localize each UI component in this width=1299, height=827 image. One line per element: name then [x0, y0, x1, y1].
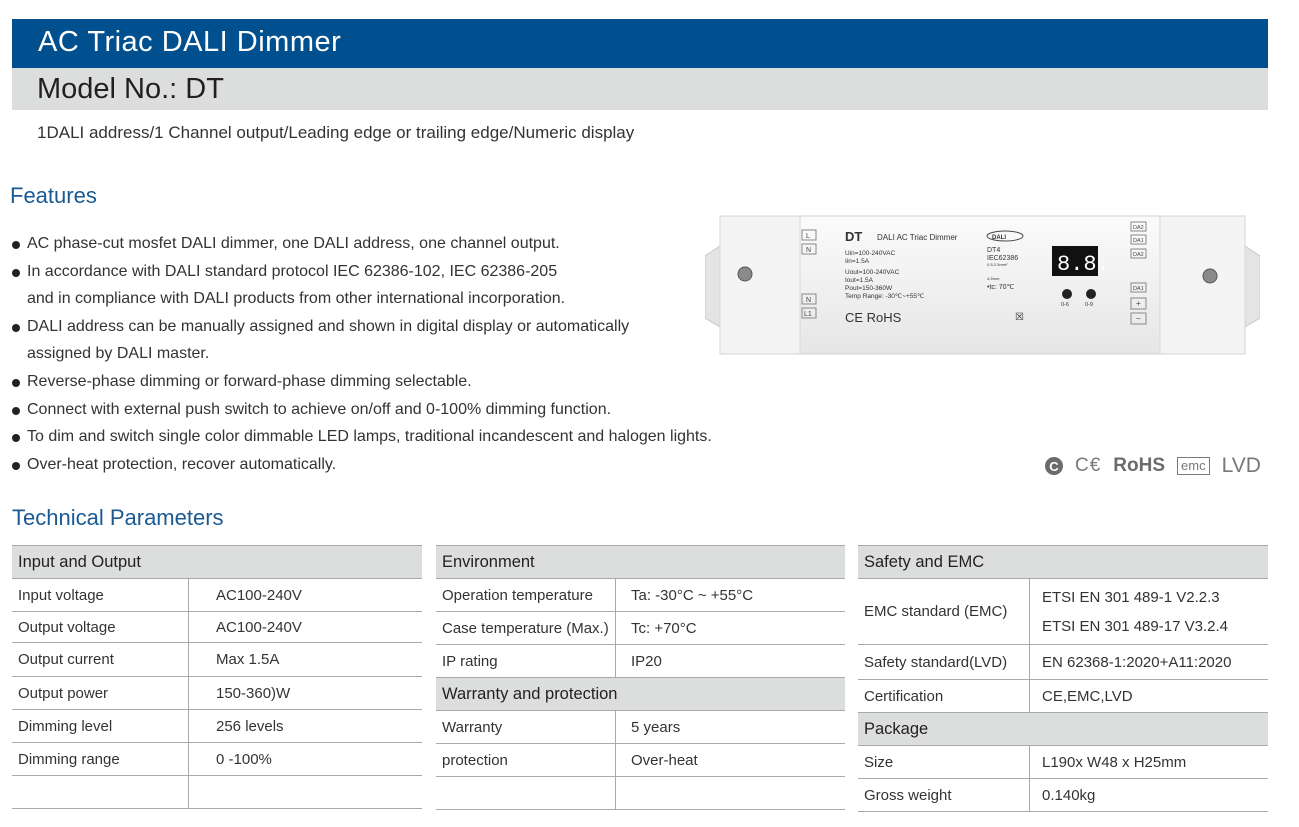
address-units-button[interactable] [1086, 289, 1096, 299]
c-tick-icon: C [1045, 457, 1063, 475]
svg-text:DA1: DA1 [1133, 286, 1144, 292]
svg-text:4-5mm: 4-5mm [987, 276, 1000, 281]
weee-icon: ☒ [1015, 312, 1024, 323]
table-header: Package [858, 712, 1268, 746]
feature-item: Connect with external push switch to ach… [10, 396, 712, 424]
table-row: Output voltage AC100-240V [12, 611, 422, 643]
input-output-table: Input and Output Input voltage AC100-240V… [12, 545, 422, 809]
svg-text:Temp Range: -30℃~+55℃: Temp Range: -30℃~+55℃ [845, 293, 925, 300]
feature-item: DALI address can be manually assigned an… [10, 313, 712, 368]
table-row: Dimming range 0 -100% [12, 742, 422, 776]
terminal-label: L1 [804, 311, 812, 318]
feature-item: To dim and switch single color dimmable … [10, 423, 712, 451]
environment-table: Environment Operation temperature Ta: -30… [436, 545, 845, 810]
svg-text:−: − [1136, 314, 1141, 323]
svg-text:Uin=100-240VAC: Uin=100-240VAC [845, 250, 896, 257]
screw-icon [1202, 268, 1218, 284]
svg-text:0-6: 0-6 [1061, 302, 1069, 308]
table-row: Size L190x W48 x H25mm [858, 745, 1268, 779]
table-row: Dimming level 256 levels [12, 709, 422, 743]
table-row: Output current Max 1.5A [12, 642, 422, 677]
terminal-label: N [806, 247, 811, 254]
ce-mark-icon: C€ [1075, 455, 1102, 476]
bullet-icon [12, 461, 20, 470]
address-tens-button[interactable] [1062, 289, 1072, 299]
svg-text:0-9: 0-9 [1085, 302, 1093, 308]
table-row: Case temperature (Max.) Tc: +70°C [436, 611, 845, 645]
svg-text:DA1: DA1 [1133, 238, 1144, 244]
certification-logos: C C€ RoHS emc LVD [1045, 453, 1261, 479]
svg-text:Pout=150-360W: Pout=150-360W [845, 285, 893, 292]
lvd-mark-icon: LVD [1221, 454, 1261, 477]
rohs-mark-icon: RoHS [1113, 455, 1166, 476]
bullet-icon [12, 378, 20, 387]
table-row [12, 775, 422, 809]
bullet-icon [12, 434, 20, 443]
bullet-icon [12, 268, 20, 277]
svg-text:Iin=1.5A: Iin=1.5A [845, 258, 870, 265]
svg-text:Uout=100-240VAC: Uout=100-240VAC [845, 269, 900, 276]
table-row: Warranty 5 years [436, 710, 845, 744]
svg-text:Iout=1.5A: Iout=1.5A [845, 277, 874, 284]
svg-text:+: + [1136, 299, 1141, 308]
label-marks: CE RoHS [845, 310, 902, 325]
svg-text:DA2: DA2 [1133, 225, 1144, 231]
table-header: Warranty and protection [436, 677, 845, 711]
svg-text:DALI: DALI [992, 235, 1006, 241]
table-header: Environment [436, 545, 845, 579]
table-header: Input and Output [12, 545, 422, 579]
svg-text:•tc: 70℃: •tc: 70℃ [987, 284, 1015, 291]
model-number: Model No.: DT [37, 73, 224, 105]
bullet-icon [12, 406, 20, 415]
table-header: Safety and EMC [858, 545, 1268, 579]
label-model: DT [845, 229, 862, 244]
table-row [436, 776, 845, 810]
svg-text:IEC62386: IEC62386 [987, 255, 1018, 262]
table-row: Certification CE,EMC,LVD [858, 679, 1268, 713]
table-row: Safety standard(LVD) EN 62368-1:2020+A11:… [858, 644, 1268, 680]
terminal-label: L [806, 233, 810, 240]
emc-mark-icon: emc [1177, 457, 1210, 475]
feature-item: AC phase-cut mosfet DALI dimmer, one DAL… [10, 230, 712, 258]
product-summary: 1DALI address/1 Channel output/Leading e… [37, 123, 635, 142]
table-row: protection Over-heat [436, 743, 845, 777]
feature-item: Over-heat protection, recover automatica… [10, 451, 712, 479]
terminal-label: N [806, 297, 811, 304]
features-list: AC phase-cut mosfet DALI dimmer, one DAL… [10, 230, 712, 478]
page-title: AC Triac DALI Dimmer [38, 26, 342, 58]
bullet-icon [12, 323, 20, 332]
feature-item: Reverse-phase dimming or forward-phase d… [10, 368, 712, 396]
product-image: L N N L1 DT DALI AC Triac Dimmer Uin=100… [705, 215, 1260, 355]
features-heading: Features [10, 183, 97, 208]
svg-text:0.5-2.5mm²: 0.5-2.5mm² [987, 262, 1008, 267]
svg-text:DT4: DT4 [987, 247, 1000, 254]
table-row: IP rating IP20 [436, 644, 845, 678]
screw-icon [737, 266, 753, 282]
table-row: EMC standard (EMC) ETSI EN 301 489-1 V2.… [858, 578, 1268, 645]
label-name: DALI AC Triac Dimmer [877, 233, 958, 242]
bullet-icon [12, 241, 20, 249]
right-terminal-cover [1159, 215, 1246, 355]
tech-params-heading: Technical Parameters [12, 505, 224, 530]
left-terminal-cover [719, 215, 801, 355]
table-row: Output power 150-360)W [12, 676, 422, 710]
table-row: Gross weight 0.140kg [858, 778, 1268, 812]
svg-text:8.8.: 8.8. [1057, 252, 1110, 277]
table-row: Operation temperature Ta: -30°C ~ +55°C [436, 578, 845, 612]
feature-item: In accordance with DALI standard protoco… [10, 258, 712, 313]
svg-text:DA2: DA2 [1133, 252, 1144, 258]
safety-table: Safety and EMC EMC standard (EMC) ETSI E… [858, 545, 1268, 812]
table-row: Input voltage AC100-240V [12, 578, 422, 612]
